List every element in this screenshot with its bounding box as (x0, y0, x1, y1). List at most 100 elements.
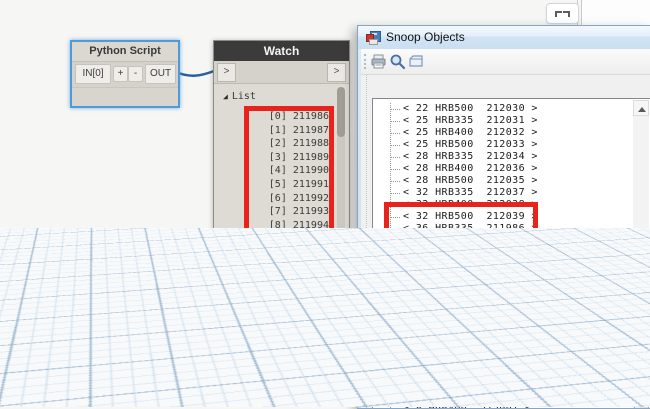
watch-list-item: [15] 212001 (247, 314, 329, 328)
watermark-text: http://blog.csdn.net/niuge8905 (362, 380, 644, 401)
watch-list-item: [8] 211994 (247, 219, 329, 233)
watch-list-item: [10] 211996 (247, 246, 329, 260)
tree-connector (390, 109, 400, 110)
tree-item[interactable]: < 50 HRB400 211994 > (373, 308, 632, 320)
tree-connector (390, 217, 400, 218)
snoop-scrollbar[interactable] (633, 100, 649, 408)
watch-list-item: [16] 212002 (247, 328, 329, 342)
corner-bracket-icon (563, 11, 570, 17)
tree-connector (390, 229, 400, 230)
window-titlebar[interactable]: Snoop Objects (358, 26, 650, 49)
tree-connector (390, 193, 400, 194)
add-input-button[interactable]: + (113, 66, 128, 82)
watch-scrollbar[interactable] (337, 87, 345, 348)
watch-node-header[interactable]: Watch (214, 41, 349, 61)
list-label: List (232, 91, 256, 102)
watch-scrollbar-thumb[interactable] (337, 87, 345, 137)
remove-input-button[interactable]: - (128, 66, 143, 82)
watch-list-item: [4] 211990 (247, 164, 329, 178)
tree-item[interactable]: < 36 HRB400 211989 > (373, 236, 632, 248)
tree-item[interactable]: < 32 HRB500 212039 > (373, 211, 632, 223)
tree-item[interactable]: < 40 HRB335 211990 > (373, 260, 632, 272)
watch-list-item: [3] 211989 (247, 151, 329, 165)
watch-list-item: [14] 212000 (247, 300, 329, 314)
fit-to-view-button[interactable] (546, 3, 579, 24)
python-output-port[interactable]: OUT (145, 64, 176, 84)
node-wire[interactable] (176, 71, 214, 76)
tree-item[interactable]: < 25 HRB335 212031 > (373, 115, 632, 127)
tree-branch-line (390, 103, 391, 408)
snoop-toolbar (361, 49, 650, 75)
snoop-objects-window: Snoop Objects (357, 25, 650, 409)
tree-item[interactable]: < 32 HRB400 212038 > (373, 199, 632, 211)
corner-bracket-icon (555, 11, 562, 17)
side-panel-fragment (582, 0, 650, 25)
tree-item[interactable]: < 6 HPB300 211987 > (373, 332, 632, 344)
tree-item[interactable]: < 36 HRB500 211988 > (373, 248, 632, 260)
list-expander-icon[interactable]: ◢ (223, 92, 228, 101)
tree-connector (390, 374, 400, 375)
watch-list-area: ◢ List [0] 211986[1] 211987[2] 211988[3]… (214, 84, 349, 351)
tree-item[interactable]: < 8 HRB400 212001 > (373, 404, 632, 408)
tree-connector (390, 181, 400, 182)
window-title: Snoop Objects (386, 30, 465, 44)
tree-item[interactable]: < 28 HRB400 212036 > (373, 163, 632, 175)
tree-connector (390, 265, 400, 266)
tree-connector (390, 313, 400, 314)
tree-item[interactable]: < 6 HRB500 211998 > (373, 368, 632, 380)
window-client-area: < 22 HRB500 212030 > < 25 HRB335 212031 … (361, 49, 650, 408)
snoop-tree: < 22 HRB500 212030 > < 25 HRB335 212031 … (373, 103, 632, 408)
tree-connector (390, 301, 400, 302)
python-node-header[interactable]: Python Script (72, 42, 178, 62)
tree-item[interactable]: < 6 HRB400 211997 > (373, 356, 632, 368)
watch-list-item: [9] 211995 (247, 232, 329, 246)
tree-item[interactable]: < 6 HRB335 211996 > (373, 344, 632, 356)
tree-item[interactable]: < 50 HRB335 211993 > (373, 296, 632, 308)
tree-connector (390, 133, 400, 134)
tree-item[interactable]: < 22 HRB500 212030 > (373, 103, 632, 115)
folder-icon[interactable] (408, 53, 425, 70)
watch-output-port[interactable]: > (327, 63, 346, 82)
dock-panel-grip (366, 75, 367, 408)
watch-input-port[interactable]: > (217, 63, 236, 82)
watch-list-item: [0] 211986 (247, 110, 329, 124)
toolbar-grip[interactable] (364, 54, 366, 69)
app-icon (366, 31, 380, 44)
watch-node[interactable]: Watch > > ◢ List [0] 211986[1] 211987[2]… (213, 40, 350, 352)
tree-item[interactable]: < 36 HRB335 211986 > (373, 223, 632, 235)
watch-node-ports-row: > > (214, 61, 349, 84)
watch-list-item: [6] 211992 (247, 192, 329, 206)
tree-connector (390, 205, 400, 206)
watch-list-item: [1] 211987 (247, 124, 329, 138)
printer-icon[interactable] (370, 53, 387, 70)
tree-connector (390, 349, 400, 350)
tree-item[interactable]: < 28 HRB500 212035 > (373, 175, 632, 187)
tree-connector (390, 253, 400, 254)
tree-item[interactable]: < 25 HRB500 212033 > (373, 139, 632, 151)
tree-item[interactable]: < 40 HRB400 211991 > (373, 272, 632, 284)
tree-connector (390, 337, 400, 338)
python-input-port[interactable]: IN[0] (75, 64, 111, 84)
tree-item[interactable]: < 25 HRB400 212032 > (373, 127, 632, 139)
search-icon[interactable] (389, 53, 406, 70)
tree-item[interactable]: < 40 HRB500 211992 > (373, 284, 632, 296)
watch-list-item: [7] 211993 (247, 205, 329, 219)
tree-connector (390, 157, 400, 158)
scrollbar-up-arrow[interactable] (633, 100, 649, 116)
tree-connector (390, 325, 400, 326)
tree-item[interactable]: < 50 HRB500 211995 > (373, 320, 632, 332)
watch-list-item: [11] 211997 (247, 260, 329, 274)
tree-connector (390, 121, 400, 122)
watch-list-item: [12] 211998 (247, 273, 329, 287)
tree-item[interactable]: < 28 HRB335 212034 > (373, 151, 632, 163)
tree-connector (390, 145, 400, 146)
tree-connector (390, 169, 400, 170)
watch-list-item: [5] 211991 (247, 178, 329, 192)
tree-item[interactable]: < 32 HRB335 212037 > (373, 187, 632, 199)
python-script-node[interactable]: Python Script IN[0] + - OUT (70, 40, 180, 108)
tree-connector (390, 277, 400, 278)
tree-connector (390, 241, 400, 242)
tree-connector (390, 289, 400, 290)
snoop-tree-listbox: < 22 HRB500 212030 > < 25 HRB335 212031 … (372, 98, 650, 408)
watch-items: [0] 211986[1] 211987[2] 211988[3] 211989… (247, 110, 329, 341)
